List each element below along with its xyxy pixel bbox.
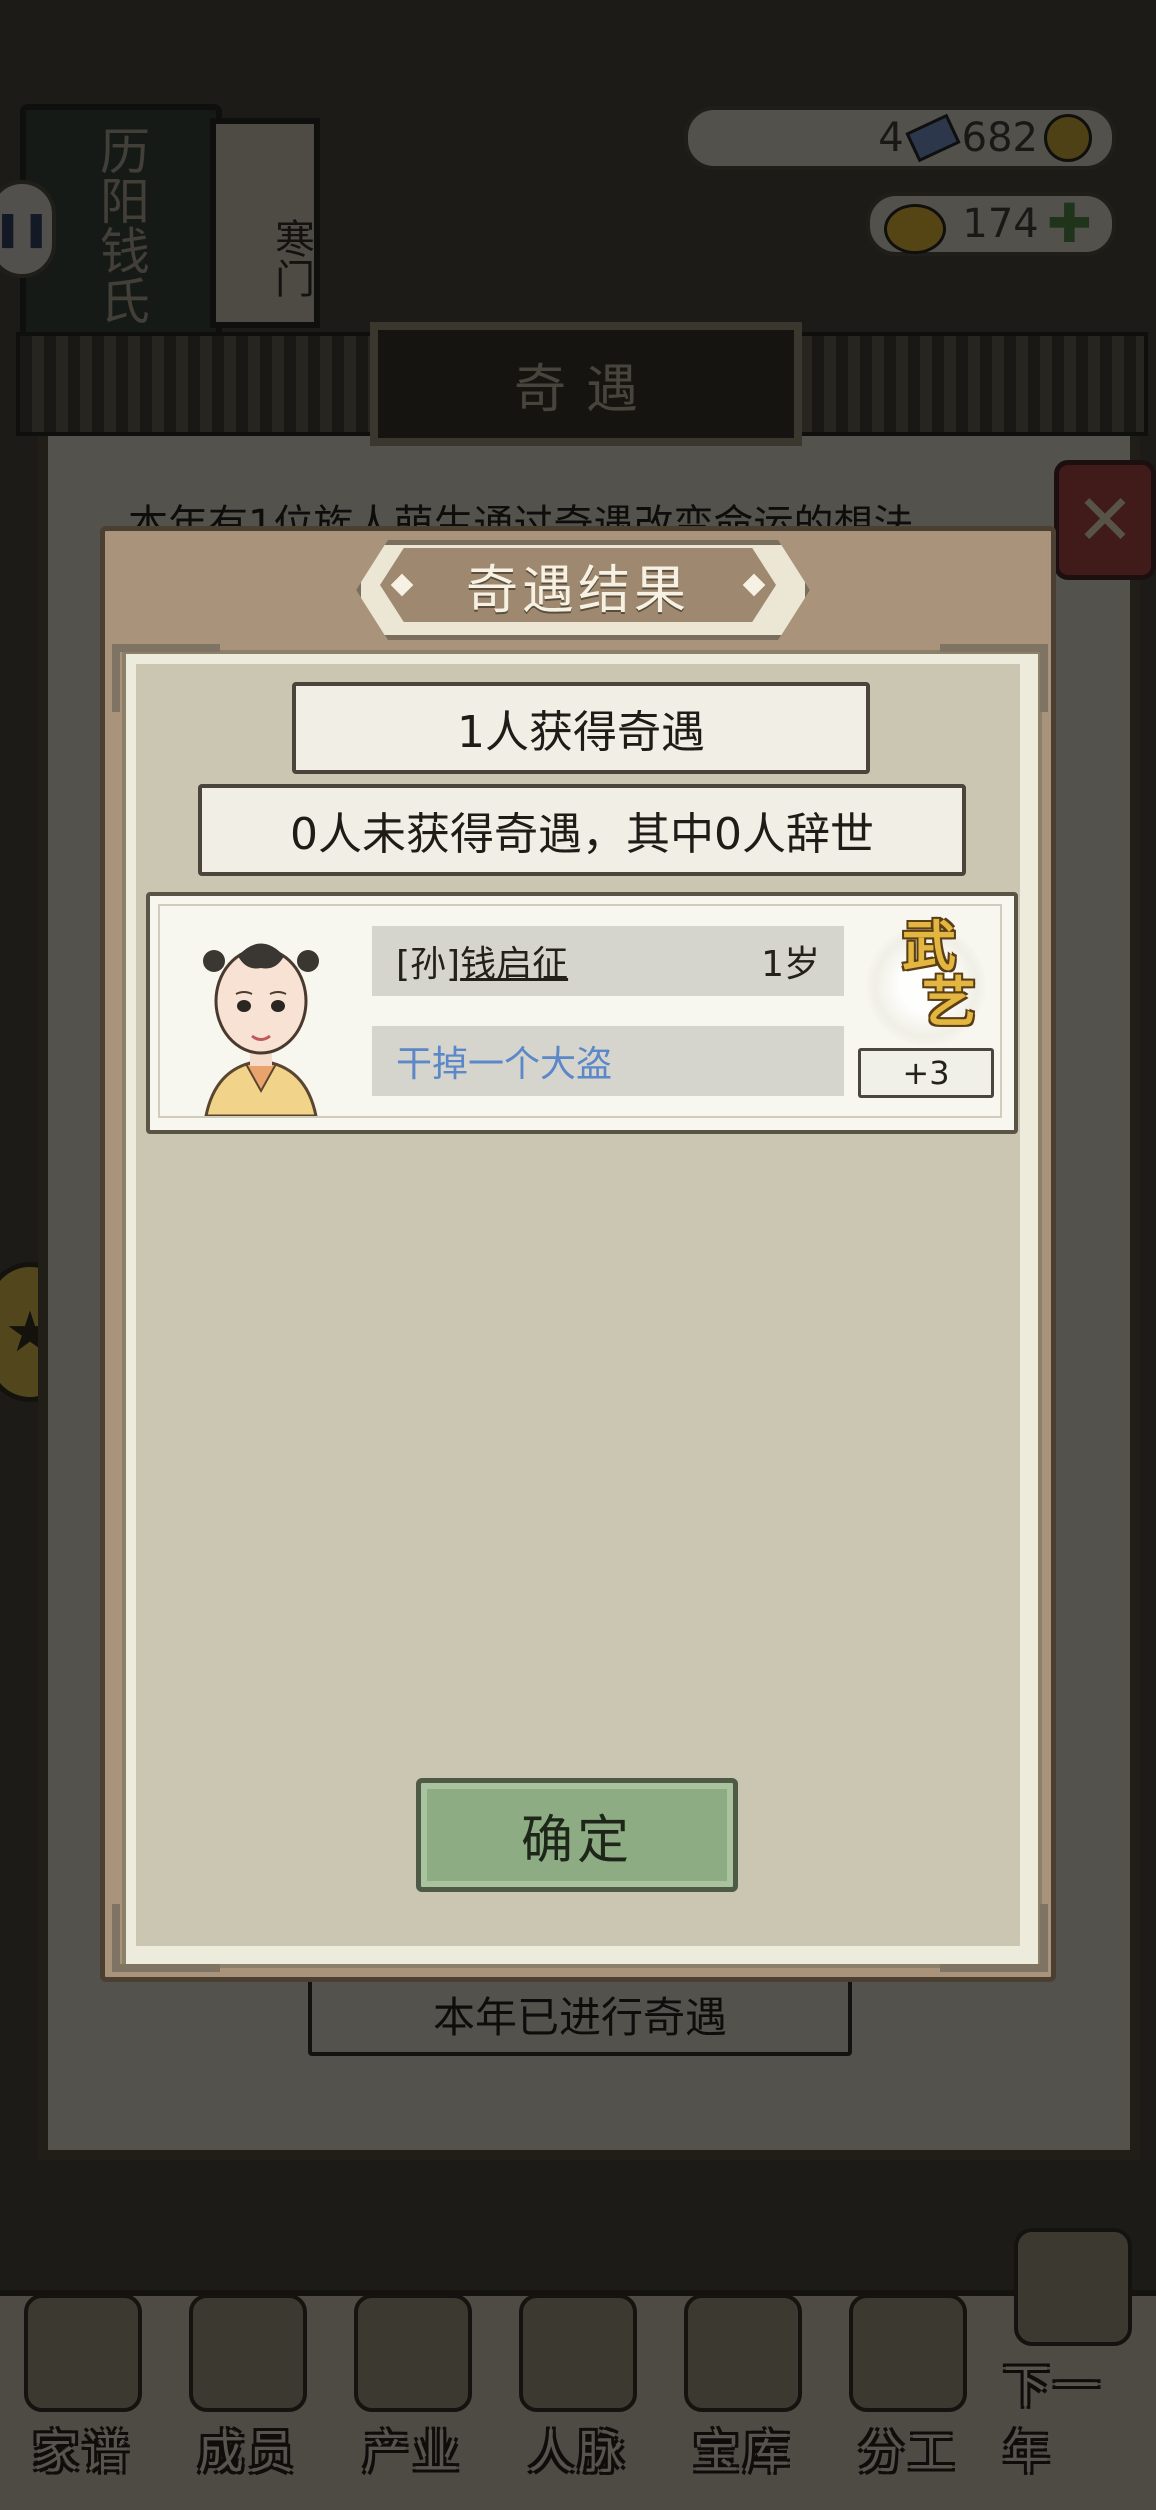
skill-delta-badge: +3 — [858, 1048, 994, 1098]
success-summary: 1人获得奇遇 — [292, 682, 870, 774]
confirm-button[interactable]: 确定 — [416, 1778, 738, 1892]
skill-name: 武艺 — [874, 918, 984, 1036]
corner-ornament — [940, 644, 1048, 712]
member-name-link[interactable]: 钱启征 — [460, 935, 568, 987]
encounter-event: 干掉一个大盗 — [372, 1026, 844, 1096]
corner-ornament — [112, 644, 220, 712]
skill-char: 武 — [902, 914, 956, 978]
corner-ornament — [940, 1904, 1048, 1972]
failure-summary: 0人未获得奇遇，其中0人辞世 — [198, 784, 966, 876]
member-info-row: [孙] 钱启征 1岁 — [372, 926, 844, 996]
member-age: 1岁 — [761, 944, 820, 985]
relation-label: [孙] — [396, 944, 461, 985]
result-card: [孙] 钱启征 1岁 干掉一个大盗 武艺 +3 — [146, 892, 1018, 1134]
skill-char: 艺 — [922, 970, 976, 1034]
child-portrait-avatar — [203, 943, 319, 1116]
corner-ornament — [112, 1904, 220, 1972]
dialog-title: 奇遇结果 — [380, 548, 776, 622]
